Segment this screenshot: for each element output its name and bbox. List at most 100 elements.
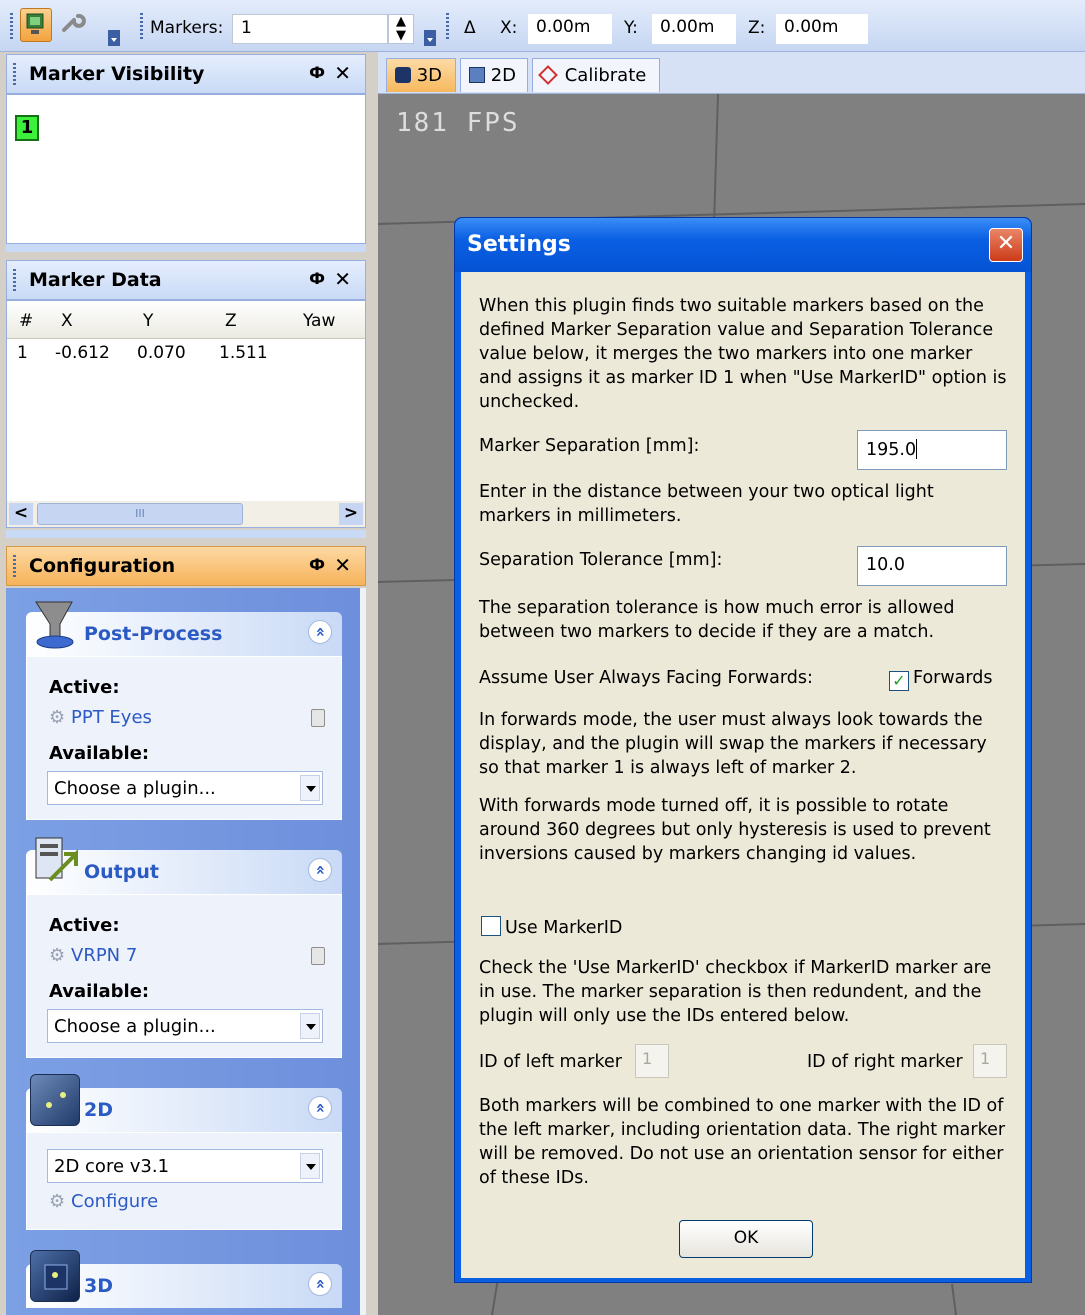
trash-icon[interactable] <box>311 947 325 965</box>
tab-calibrate[interactable]: Calibrate <box>532 58 660 92</box>
panel-grip[interactable] <box>13 269 16 291</box>
monitor-view-button[interactable] <box>20 8 52 42</box>
markers-count-field[interactable]: 1 <box>232 14 388 44</box>
column-header[interactable]: X <box>61 311 73 331</box>
marker-visibility-panel: 1 <box>6 94 366 244</box>
forwards-label: Assume User Always Facing Forwards: <box>479 668 813 688</box>
left-marker-id-input[interactable]: 1 <box>635 1044 669 1078</box>
toolbar-grip[interactable] <box>140 13 143 39</box>
available-label: Available: <box>49 981 150 1002</box>
two-d-camera-icon <box>30 1074 80 1126</box>
separation-help-text: Enter in the distance between your two o… <box>479 482 934 526</box>
gear-icon: ⚙ <box>49 707 66 728</box>
active-label: Active: <box>49 915 120 936</box>
panel-splitter[interactable] <box>6 244 366 252</box>
x-label: X: <box>500 18 518 38</box>
dropdown-arrow-icon[interactable] <box>300 1013 320 1039</box>
column-header[interactable]: Y <box>143 311 153 331</box>
panel-grip[interactable] <box>13 555 16 577</box>
close-icon[interactable]: ✕ <box>334 267 351 291</box>
output-group-body: Active: ⚙ VRPN 7 Available: Choose a plug… <box>26 894 342 1058</box>
table-cell: 1.511 <box>219 343 268 363</box>
toolbar-overflow-dropdown[interactable] <box>108 30 120 46</box>
use-markerid-help-text: Check the 'Use MarkerID' checkbox if Mar… <box>479 958 992 1026</box>
panel-splitter[interactable] <box>6 530 366 538</box>
collapse-chevron-icon[interactable]: » <box>308 620 332 644</box>
marker-visibility-title: Marker Visibility <box>29 63 205 85</box>
three-d-title: 3D <box>84 1275 113 1297</box>
dropdown-arrow-icon[interactable] <box>300 1153 320 1179</box>
dialog-title-bar[interactable]: Settings <box>455 218 1031 272</box>
checkbox-unchecked-icon[interactable] <box>481 916 501 936</box>
plugin-select[interactable]: Choose a plugin... <box>47 771 323 805</box>
trash-icon[interactable] <box>311 709 325 727</box>
dialog-close-button[interactable]: ✕ <box>989 228 1023 262</box>
three-d-group-header[interactable]: 3D » <box>26 1250 342 1308</box>
configure-link[interactable]: ⚙ Configure <box>49 1191 158 1212</box>
collapse-chevron-icon[interactable]: » <box>308 858 332 882</box>
active-plugin-item[interactable]: ⚙ PPT Eyes <box>49 707 152 728</box>
markers-label: Markers: <box>150 18 224 38</box>
dropdown-arrow-icon[interactable] <box>300 775 320 801</box>
dialog-title: Settings <box>467 232 571 257</box>
scroll-left-button[interactable]: < <box>9 503 33 525</box>
column-header[interactable]: Yaw <box>303 311 335 331</box>
two-d-core-select[interactable]: 2D core v3.1 <box>47 1149 323 1183</box>
horizontal-scrollbar[interactable]: < III > <box>7 501 365 527</box>
marker-visibility-indicator: 1 <box>15 115 39 141</box>
tab-3d[interactable]: 3D <box>386 58 456 92</box>
view-tabs-bar: 3D 2D Calibrate <box>378 52 1085 94</box>
column-header[interactable]: Z <box>225 311 237 331</box>
toolbar-overflow-dropdown[interactable] <box>424 30 436 46</box>
pin-icon[interactable]: Ф <box>309 555 325 574</box>
table-cell: 0.070 <box>137 343 186 363</box>
post-process-group-header[interactable]: Post-Process » <box>26 601 342 656</box>
table-cell: -0.612 <box>55 343 110 363</box>
cube-icon <box>395 67 411 83</box>
scroll-grip: III <box>135 507 145 520</box>
collapse-chevron-icon[interactable]: » <box>308 1096 332 1120</box>
two-d-group-header[interactable]: 2D » <box>26 1074 342 1132</box>
scroll-right-button[interactable]: > <box>339 503 363 525</box>
intro-text: When this plugin finds two suitable mark… <box>479 296 1007 412</box>
close-icon[interactable]: ✕ <box>334 61 351 85</box>
markers-spinner[interactable]: ▲ ▼ <box>388 14 414 44</box>
toolbar-grip[interactable] <box>446 13 449 39</box>
fps-counter: 181 FPS <box>396 108 520 138</box>
y-coordinate-field[interactable]: 0.00m <box>652 14 736 44</box>
use-markerid-checkbox[interactable]: Use MarkerID <box>481 916 622 938</box>
post-process-title: Post-Process <box>84 623 223 645</box>
active-plugin-item[interactable]: ⚙ VRPN 7 <box>49 945 137 966</box>
panel-grip[interactable] <box>13 63 16 85</box>
forwards-checkbox[interactable]: ✓ Forwards <box>889 668 993 691</box>
settings-tool-button[interactable] <box>56 8 88 42</box>
ok-button[interactable]: OK <box>679 1220 813 1258</box>
table-row[interactable]: 1 -0.612 0.070 1.511 <box>7 343 365 367</box>
toolbar-grip[interactable] <box>10 13 13 39</box>
two-d-icon <box>469 67 485 83</box>
funnel-icon <box>30 598 80 650</box>
combine-help-text: Both markers will be combined to one mar… <box>479 1096 1006 1188</box>
tab-2d[interactable]: 2D <box>460 58 528 92</box>
dialog-body: When this plugin finds two suitable mark… <box>461 272 1025 1278</box>
settings-dialog: Settings ✕ When this plugin finds two su… <box>454 217 1032 1283</box>
column-header[interactable]: # <box>19 311 33 331</box>
x-coordinate-field[interactable]: 0.00m <box>528 14 612 44</box>
separation-tolerance-input[interactable]: 10.0 <box>857 546 1007 586</box>
delta-icon: Δ <box>464 18 476 38</box>
marker-separation-input[interactable]: 195.0 <box>857 430 1007 470</box>
plugin-select[interactable]: Choose a plugin... <box>47 1009 323 1043</box>
scroll-thumb[interactable]: III <box>37 503 243 525</box>
output-group-header[interactable]: Output » <box>26 837 342 894</box>
right-marker-id-input[interactable]: 1 <box>973 1044 1007 1078</box>
z-coordinate-field[interactable]: 0.00m <box>776 14 868 44</box>
right-marker-id-label: ID of right marker <box>807 1052 963 1072</box>
pin-icon[interactable]: Ф <box>309 63 325 82</box>
checkbox-checked-icon[interactable]: ✓ <box>889 671 909 691</box>
close-icon[interactable]: ✕ <box>334 553 351 577</box>
collapse-chevron-icon[interactable]: » <box>308 1272 332 1296</box>
pin-icon[interactable]: Ф <box>309 269 325 288</box>
z-label: Z: <box>748 18 766 38</box>
y-label: Y: <box>624 18 638 38</box>
two-d-group-body: 2D core v3.1 ⚙ Configure <box>26 1132 342 1230</box>
